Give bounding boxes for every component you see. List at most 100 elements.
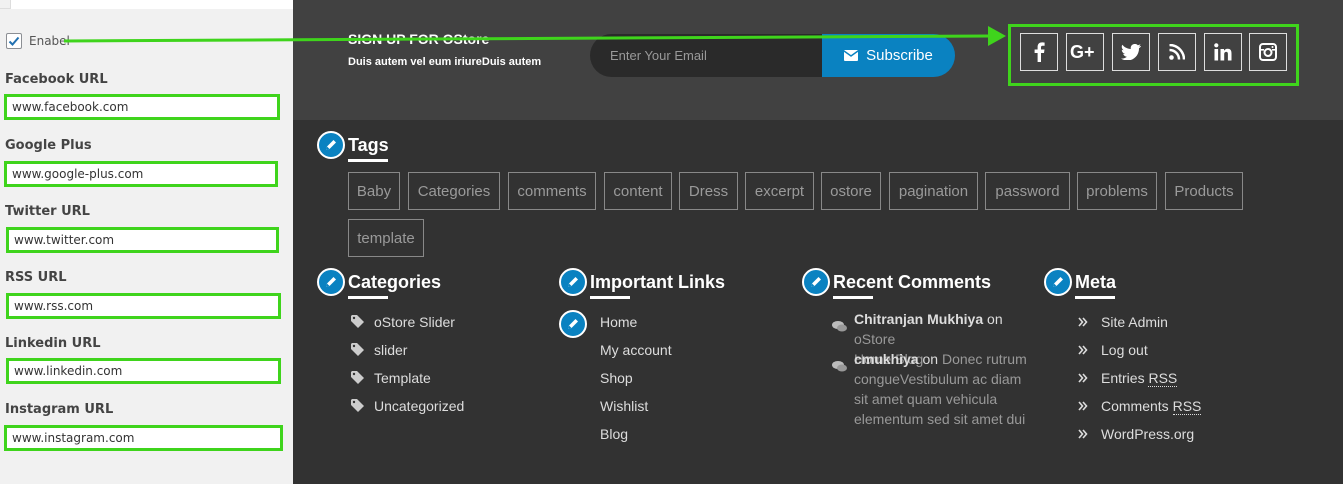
google-plus-icon[interactable]: G+ — [1066, 33, 1104, 71]
linkedin-icon[interactable] — [1204, 33, 1242, 71]
comment-post-cont[interactable]: congueVestibulum ac diam — [854, 371, 1021, 387]
category-label: oStore Slider — [374, 314, 455, 330]
category-label: slider — [374, 342, 408, 358]
categories-title: Categories — [348, 272, 442, 292]
twitter-url-label: Twitter URL — [5, 204, 90, 219]
link-shop[interactable]: Shop — [600, 370, 633, 386]
comment-post[interactable]: Donec rutrum — [942, 351, 1027, 367]
important-links-title: Important Links — [590, 272, 726, 292]
instagram-url-label: Instagram URL — [5, 402, 114, 417]
tag-icon — [351, 343, 364, 356]
linkedin-url-input[interactable] — [6, 358, 281, 384]
link-home[interactable]: Home — [600, 314, 637, 330]
link-my-account[interactable]: My account — [600, 342, 672, 358]
tags-title: Tags — [348, 135, 389, 155]
enable-checkbox[interactable] — [6, 33, 22, 49]
tag-icon — [351, 399, 364, 412]
category-item[interactable]: slider — [351, 342, 407, 358]
comment-post-cont[interactable]: elementum sed sit amet dui — [854, 411, 1025, 427]
tag-item[interactable]: pagination — [889, 172, 978, 210]
tags-underline — [348, 159, 388, 162]
double-chevron-right-icon — [1078, 401, 1088, 411]
pencil-icon — [802, 268, 830, 296]
facebook-url-input[interactable] — [4, 94, 280, 120]
double-chevron-right-icon — [1078, 373, 1088, 383]
meta-item[interactable]: Comments RSS — [1078, 398, 1202, 415]
category-item[interactable]: oStore Slider — [351, 314, 455, 330]
instagram-url-input[interactable] — [4, 425, 283, 451]
meta-label: Comments RSS — [1101, 398, 1202, 415]
comment-on: on — [922, 351, 939, 367]
tag-icon — [351, 371, 364, 384]
comments-icon — [832, 321, 847, 332]
tag-item[interactable]: Baby — [348, 172, 400, 210]
meta-item[interactable]: Log out — [1078, 342, 1148, 358]
important-links-underline — [590, 296, 630, 299]
enable-row[interactable]: Enabel — [6, 33, 70, 49]
double-chevron-right-icon — [1078, 317, 1088, 327]
meta-label: Log out — [1101, 342, 1148, 358]
tag-item[interactable]: excerpt — [745, 172, 814, 210]
panel-tab-strip — [0, 0, 293, 9]
comment-author[interactable]: Chitranjan Mukhiya — [854, 311, 983, 327]
pencil-icon — [317, 268, 345, 296]
recent-comments-underline — [833, 296, 873, 299]
category-label: Template — [374, 370, 431, 386]
google-plus-label: Google Plus — [5, 138, 92, 153]
facebook-url-label: Facebook URL — [5, 72, 108, 87]
category-item[interactable]: Uncategorized — [351, 398, 464, 414]
rss-url-input[interactable] — [6, 293, 281, 319]
subscribe-label: Subscribe — [866, 47, 933, 64]
tag-item[interactable]: password — [985, 172, 1070, 210]
pencil-icon — [559, 268, 587, 296]
panel-tab[interactable] — [10, 0, 293, 9]
meta-label: Entries RSS — [1101, 370, 1178, 387]
meta-label: WordPress.org — [1101, 426, 1195, 442]
comment-post-cont[interactable]: sit amet quam vehicula — [854, 391, 997, 407]
settings-panel: Enabel Facebook URL Google Plus Twitter … — [0, 0, 293, 484]
meta-item[interactable]: Entries RSS — [1078, 370, 1178, 387]
meta-underline — [1075, 296, 1115, 299]
google-plus-input[interactable] — [4, 161, 278, 187]
tag-item[interactable]: Categories — [408, 172, 500, 210]
category-item[interactable]: Template — [351, 370, 431, 386]
rss-url-label: RSS URL — [5, 270, 67, 285]
facebook-icon[interactable] — [1020, 33, 1058, 71]
tag-item[interactable]: ostore — [821, 172, 881, 210]
recent-comments-title: Recent Comments — [833, 272, 992, 292]
link-wishlist[interactable]: Wishlist — [600, 398, 648, 414]
tag-item[interactable]: Dress — [679, 172, 738, 210]
comment-post[interactable]: oStore — [854, 331, 895, 347]
subscribe-button[interactable]: Subscribe — [822, 34, 955, 77]
email-input[interactable] — [590, 34, 830, 77]
comments-icon — [832, 361, 847, 372]
tag-icon — [351, 315, 364, 328]
envelope-icon — [844, 50, 859, 61]
tag-item[interactable]: template — [348, 219, 424, 257]
categories-underline — [348, 296, 388, 299]
tag-item[interactable]: content — [604, 172, 672, 210]
signup-subtitle: Duis autem vel eum iriureDuis autem — [348, 56, 542, 68]
svg-text:G+: G+ — [1070, 44, 1095, 60]
meta-item[interactable]: Site Admin — [1078, 314, 1168, 330]
meta-item[interactable]: WordPress.org — [1078, 426, 1194, 442]
tag-item[interactable]: comments — [508, 172, 596, 210]
tag-item[interactable]: problems — [1077, 172, 1157, 210]
check-icon — [8, 36, 20, 46]
linkedin-url-label: Linkedin URL — [5, 336, 101, 351]
enable-label: Enabel — [29, 34, 70, 48]
pencil-icon — [1044, 268, 1072, 296]
comment-author[interactable]: cmukhiya — [854, 351, 919, 367]
comment-on: on — [987, 311, 1003, 327]
pencil-icon — [559, 310, 587, 338]
twitter-url-input[interactable] — [6, 227, 279, 253]
link-blog[interactable]: Blog — [600, 426, 628, 442]
double-chevron-right-icon — [1078, 345, 1088, 355]
meta-label: Site Admin — [1101, 314, 1168, 330]
rss-icon[interactable] — [1158, 33, 1196, 71]
instagram-icon[interactable] — [1249, 33, 1287, 71]
tag-item[interactable]: Products — [1165, 172, 1243, 210]
double-chevron-right-icon — [1078, 429, 1088, 439]
category-label: Uncategorized — [374, 398, 465, 414]
twitter-icon[interactable] — [1112, 33, 1150, 71]
